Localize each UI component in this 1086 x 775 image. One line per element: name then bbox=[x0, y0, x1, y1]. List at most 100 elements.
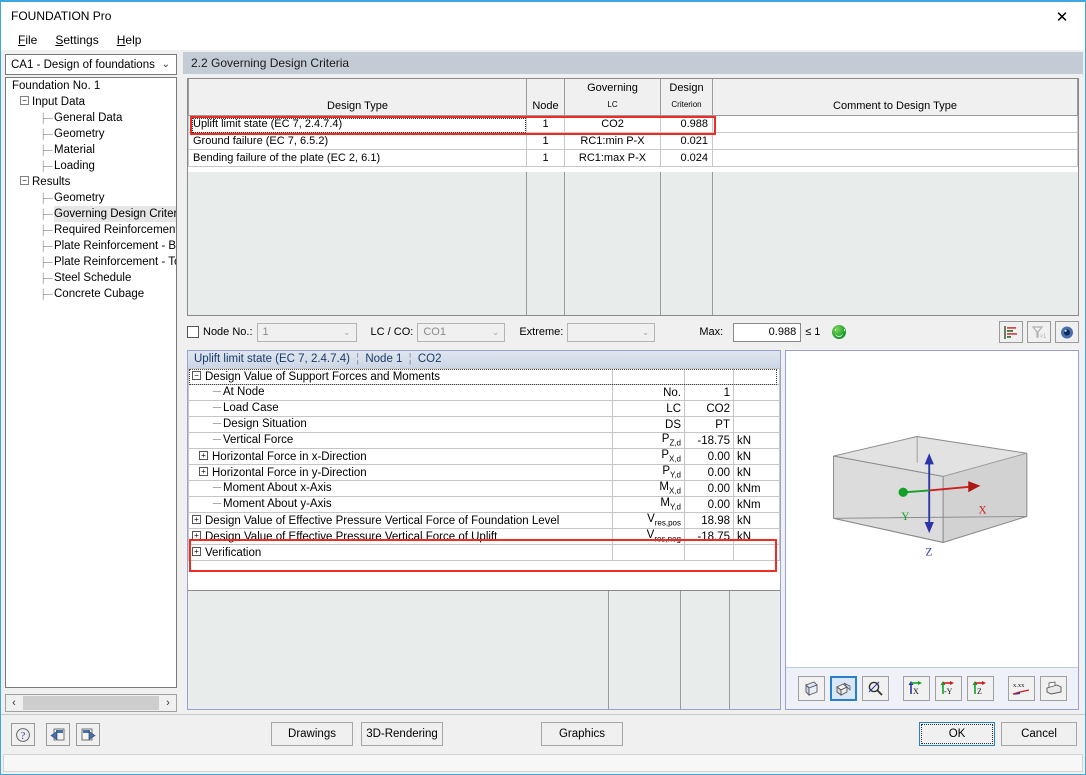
sidebar-item-label: General Data bbox=[54, 112, 123, 125]
navigator-tree[interactable]: Foundation No. 1− Input Data ├─General Dat… bbox=[5, 77, 177, 688]
view-in-minus-y-button[interactable]: -Y bbox=[934, 676, 962, 701]
tree-expander-icon[interactable]: − bbox=[192, 370, 201, 380]
scroll-left-icon[interactable]: ‹ bbox=[6, 697, 22, 709]
detail-row[interactable]: ─ Moment About x-Axis MX,d 0.00 kNm bbox=[188, 480, 780, 497]
view-axis-z-icon: Z bbox=[972, 681, 986, 696]
sidebar-item-governing-design-criteria[interactable]: ├─Governing Design Criteria bbox=[6, 206, 176, 223]
sidebar-item-label: Plate Reinforcement - Bottom bbox=[54, 240, 177, 253]
tree-expander-icon[interactable]: + bbox=[192, 514, 201, 524]
detail-row[interactable]: ─ At Node No. 1 bbox=[188, 384, 780, 401]
close-icon[interactable]: ✕ bbox=[1039, 2, 1085, 31]
sidebar-item-geometry[interactable]: ├─Geometry bbox=[6, 190, 176, 206]
solid-cube-icon bbox=[835, 682, 850, 696]
detail-value bbox=[684, 368, 734, 385]
graphics-button[interactable]: Graphics bbox=[541, 722, 623, 746]
detail-row[interactable]: ─ Load Case LC CO2 bbox=[188, 400, 780, 417]
wireframe-view-button[interactable] bbox=[797, 676, 825, 701]
detail-row[interactable]: + Horizontal Force in y-Direction PY,d 0.00… bbox=[188, 464, 780, 481]
detail-value: PT bbox=[684, 416, 734, 433]
print-view-button[interactable] bbox=[1039, 676, 1067, 701]
visibility-button[interactable] bbox=[1055, 321, 1079, 343]
module-select-dropdown[interactable]: CA1 - Design of foundations ⌄ bbox=[5, 54, 177, 75]
filter-icon: >1 bbox=[1031, 325, 1047, 340]
detail-row[interactable]: + Horizontal Force in x-Direction PX,d 0.00… bbox=[188, 448, 780, 465]
detail-symbol bbox=[612, 368, 685, 385]
symbol-subscript: X,d bbox=[668, 486, 681, 496]
table-row[interactable]: Uplift limit state (EC 7, 2.4.7.4) 1 CO2 0.… bbox=[188, 114, 1078, 133]
sidebar-item-general-data[interactable]: ├─General Data bbox=[6, 110, 176, 126]
detail-value: 0.00 bbox=[684, 448, 734, 465]
tree-expander-icon[interactable]: − bbox=[20, 176, 29, 186]
tree-expander-icon[interactable]: + bbox=[192, 546, 201, 556]
3d-view-canvas[interactable]: Y X Z bbox=[786, 351, 1078, 667]
3d-rendering-button[interactable]: 3D-Rendering bbox=[361, 722, 443, 746]
sidebar-item-material[interactable]: ├─Material bbox=[6, 142, 176, 158]
sidebar-item-geometry[interactable]: ├─Geometry bbox=[6, 126, 176, 142]
sidebar-item-concrete-cubage[interactable]: ├─Concrete Cubage bbox=[6, 286, 176, 302]
sidebar-item-input-data[interactable]: − Input Data bbox=[6, 94, 176, 110]
detail-unit bbox=[733, 384, 780, 401]
zoom-view-button[interactable] bbox=[861, 676, 889, 701]
value-display-button[interactable]: x.xx bbox=[1007, 676, 1035, 701]
sidebar-item-plate-reinforcement-top[interactable]: ├─Plate Reinforcement - Top bbox=[6, 254, 176, 270]
detail-row[interactable]: + Verification bbox=[188, 544, 780, 561]
detail-symbol: Vres,neg bbox=[612, 528, 685, 545]
tree-expander-icon[interactable]: + bbox=[199, 450, 208, 460]
menu-file[interactable]: File bbox=[9, 31, 46, 49]
lc-co-dropdown[interactable]: CO1 ⌄ bbox=[417, 322, 506, 342]
detail-unit: kN bbox=[733, 448, 780, 465]
tree-expander-icon[interactable]: + bbox=[199, 466, 208, 476]
detail-label: ─ Design Situation bbox=[188, 416, 613, 433]
filter-button[interactable]: >1 bbox=[1027, 321, 1051, 343]
sidebar-item-loading[interactable]: ├─Loading bbox=[6, 158, 176, 174]
cancel-button[interactable]: Cancel bbox=[1001, 722, 1077, 746]
detail-value: 0.00 bbox=[684, 496, 734, 513]
sidebar-item-steel-schedule[interactable]: ├─Steel Schedule bbox=[6, 270, 176, 286]
detail-row[interactable]: ─ Vertical Force PZ,d -18.75 kN bbox=[188, 432, 780, 449]
view-in-z-button[interactable]: Z bbox=[966, 676, 994, 701]
detail-row[interactable]: − Design Value of Support Forces and Mome… bbox=[188, 368, 780, 385]
result-diagram-button[interactable] bbox=[999, 321, 1023, 343]
help-button[interactable]: ? bbox=[11, 723, 35, 746]
detail-symbol: PX,d bbox=[612, 448, 685, 465]
sidebar-item-results[interactable]: − Results bbox=[6, 174, 176, 190]
value-label-icon: x.xx bbox=[1012, 682, 1029, 695]
detail-row[interactable]: ─ Moment About y-Axis MY,d 0.00 kNm bbox=[188, 496, 780, 513]
node-no-checkbox[interactable] bbox=[187, 326, 199, 338]
node-no-dropdown[interactable]: 1 ⌄ bbox=[256, 322, 357, 342]
menu-settings[interactable]: Settings bbox=[46, 31, 107, 49]
table-row[interactable]: Bending failure of the plate (EC 2, 6.1)… bbox=[188, 148, 1078, 167]
menu-help[interactable]: Help bbox=[108, 31, 151, 49]
detail-row[interactable]: ─ Design Situation DS PT bbox=[188, 416, 780, 433]
tree-branch-icon: ├─ bbox=[40, 145, 53, 155]
detail-symbol: MY,d bbox=[612, 496, 685, 513]
extreme-dropdown[interactable]: ⌄ bbox=[567, 322, 656, 342]
detail-caption-design-type: Uplift limit state (EC 7, 2.4.7.4) bbox=[194, 353, 350, 365]
scrollbar-thumb[interactable] bbox=[23, 696, 159, 710]
sidebar-item-foundation-no-1[interactable]: Foundation No. 1 bbox=[6, 78, 176, 94]
detail-value: 0.00 bbox=[684, 480, 734, 497]
scroll-right-icon[interactable]: › bbox=[160, 697, 176, 709]
result-diagram-icon bbox=[1004, 325, 1017, 339]
navigator-horizontal-scrollbar[interactable]: ‹ › bbox=[5, 694, 177, 712]
table-row[interactable]: Ground failure (EC 7, 6.5.2) 1 RC1:min P-X… bbox=[188, 131, 1078, 150]
ok-button[interactable]: OK bbox=[919, 722, 995, 746]
detail-symbol: MX,d bbox=[612, 480, 685, 497]
view-in-x-button[interactable]: X bbox=[902, 676, 930, 701]
detail-row[interactable]: + Design Value of Effective Pressure Vert… bbox=[188, 528, 780, 545]
next-button[interactable] bbox=[76, 723, 100, 746]
drawings-button[interactable]: Drawings bbox=[271, 722, 353, 746]
sidebar-item-required-reinforcement[interactable]: ├─Required Reinforcement bbox=[6, 222, 176, 238]
cell-node: 1 bbox=[526, 148, 565, 167]
previous-button[interactable] bbox=[46, 723, 70, 746]
col-criterion-label: Criterion bbox=[671, 100, 702, 109]
sidebar-item-plate-reinforcement-bottom[interactable]: ├─Plate Reinforcement - Bottom bbox=[6, 238, 176, 254]
wireframe-cube-icon bbox=[804, 681, 818, 697]
cell-design-type: Uplift limit state (EC 7, 2.4.7.4) bbox=[188, 114, 527, 133]
tree-expander-icon[interactable]: − bbox=[20, 96, 29, 106]
tree-expander-icon[interactable]: + bbox=[192, 530, 201, 540]
detail-label: ─ Moment About x-Axis bbox=[188, 480, 613, 497]
solid-view-button[interactable] bbox=[829, 676, 857, 701]
max-limit-label: ≤ 1 bbox=[805, 326, 821, 338]
detail-row[interactable]: + Design Value of Effective Pressure Vert… bbox=[188, 512, 780, 529]
